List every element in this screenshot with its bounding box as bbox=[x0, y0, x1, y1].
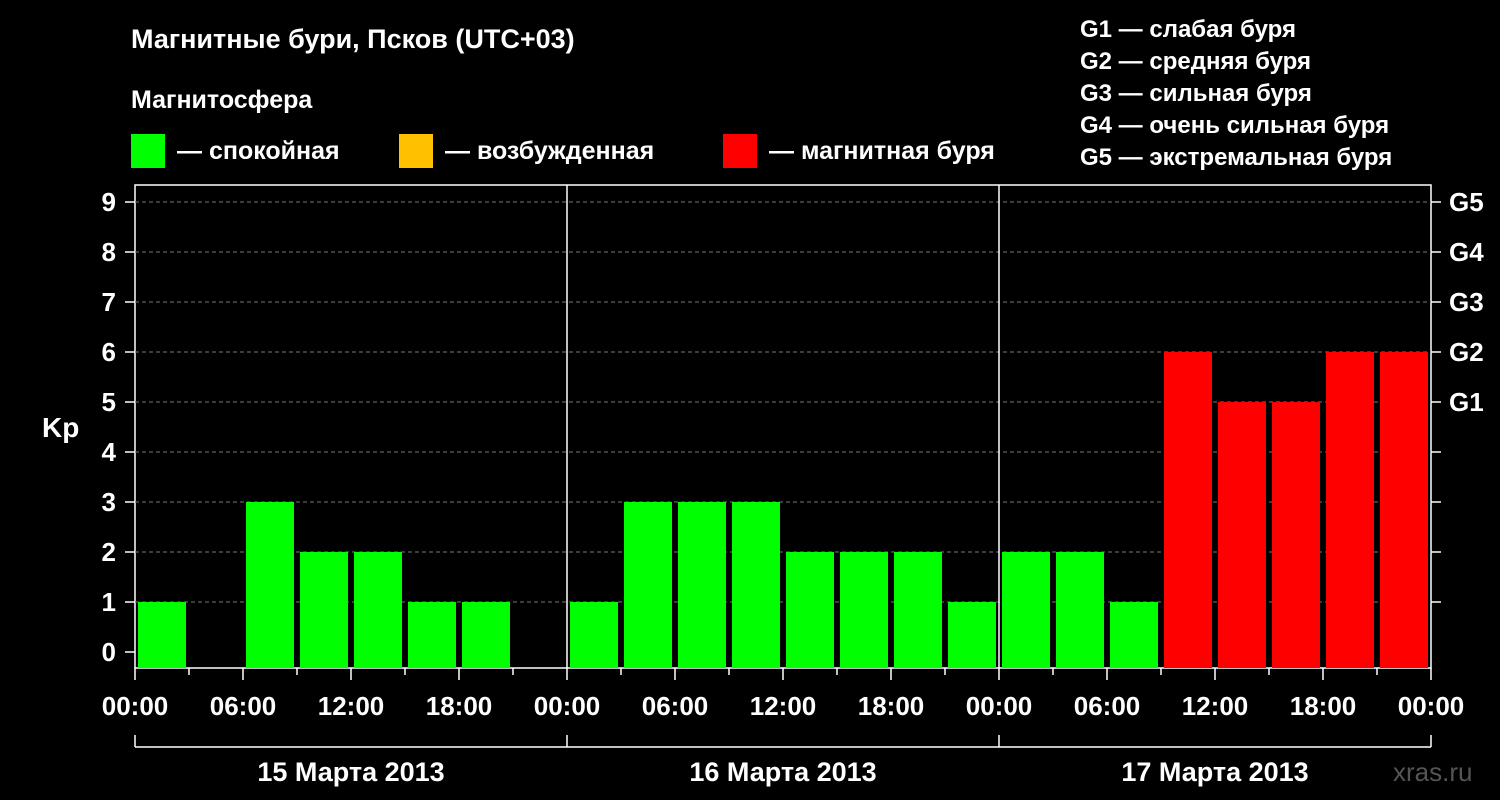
bar-23 bbox=[1380, 352, 1428, 668]
bar-5 bbox=[408, 602, 456, 668]
x-tick-label-3: 18:00 bbox=[426, 691, 493, 721]
x-tick-label-9: 06:00 bbox=[1074, 691, 1141, 721]
g-level-label-g3: G3 bbox=[1449, 287, 1484, 317]
kp-bar-chart: 0 1 2 3 4 5 6 7 8 9 G1 G2 G3 G4 G5 00:00 06:00 12:00 18:00… bbox=[102, 184, 1484, 787]
x-tick-label-2: 12:00 bbox=[318, 691, 385, 721]
x-tick-label-4: 00:00 bbox=[534, 691, 601, 721]
bar-16 bbox=[1002, 552, 1050, 668]
y-tick-label-2: 2 bbox=[102, 537, 116, 567]
y-tick-label-0: 0 bbox=[102, 637, 116, 667]
bar-17 bbox=[1056, 552, 1104, 668]
y-tick-label-3: 3 bbox=[102, 487, 116, 517]
bar-4 bbox=[354, 552, 402, 668]
bar-22 bbox=[1326, 352, 1374, 668]
bar-11 bbox=[732, 502, 780, 668]
x-tick-label-5: 06:00 bbox=[642, 691, 709, 721]
bar-18 bbox=[1110, 602, 1158, 668]
day-label-1: 16 Марта 2013 bbox=[689, 757, 876, 787]
bar-2 bbox=[246, 502, 294, 668]
bar-9 bbox=[624, 502, 672, 668]
x-tick-label-11: 18:00 bbox=[1290, 691, 1357, 721]
x-tick-label-0: 00:00 bbox=[102, 691, 169, 721]
bar-8 bbox=[570, 602, 618, 668]
g-level-label-g2: G2 bbox=[1449, 337, 1484, 367]
x-tick-label-10: 12:00 bbox=[1182, 691, 1249, 721]
day-label-0: 15 Марта 2013 bbox=[257, 757, 444, 787]
bar-6 bbox=[462, 602, 510, 668]
y-tick-label-6: 6 bbox=[102, 337, 116, 367]
day-label-2: 17 Марта 2013 bbox=[1121, 757, 1308, 787]
x-tick-label-6: 12:00 bbox=[750, 691, 817, 721]
y-tick-label-4: 4 bbox=[102, 437, 117, 467]
x-tick-label-1: 06:00 bbox=[210, 691, 277, 721]
g-level-label-g4: G4 bbox=[1449, 237, 1484, 267]
bar-13 bbox=[840, 552, 888, 668]
bar-21 bbox=[1272, 402, 1320, 668]
y-tick-label-1: 1 bbox=[102, 587, 116, 617]
bar-10 bbox=[678, 502, 726, 668]
watermark: xras.ru bbox=[1393, 757, 1473, 787]
bar-3 bbox=[300, 552, 348, 668]
bar-12 bbox=[786, 552, 834, 668]
bar-19 bbox=[1164, 352, 1212, 668]
bar-14 bbox=[894, 552, 942, 668]
g-level-label-g1: G1 bbox=[1449, 387, 1484, 417]
y-tick-label-9: 9 bbox=[102, 187, 116, 217]
x-tick-label-7: 18:00 bbox=[858, 691, 925, 721]
y-tick-label-7: 7 bbox=[102, 287, 116, 317]
bar-0 bbox=[138, 602, 186, 668]
bar-15 bbox=[948, 602, 996, 668]
x-tick-label-12: 00:00 bbox=[1398, 691, 1465, 721]
x-tick-label-8: 00:00 bbox=[966, 691, 1033, 721]
y-axis-label: Kp bbox=[42, 412, 80, 443]
y-tick-label-5: 5 bbox=[102, 387, 116, 417]
y-tick-label-8: 8 bbox=[102, 237, 116, 267]
g-level-label-g5: G5 bbox=[1449, 187, 1484, 217]
bar-20 bbox=[1218, 402, 1266, 668]
